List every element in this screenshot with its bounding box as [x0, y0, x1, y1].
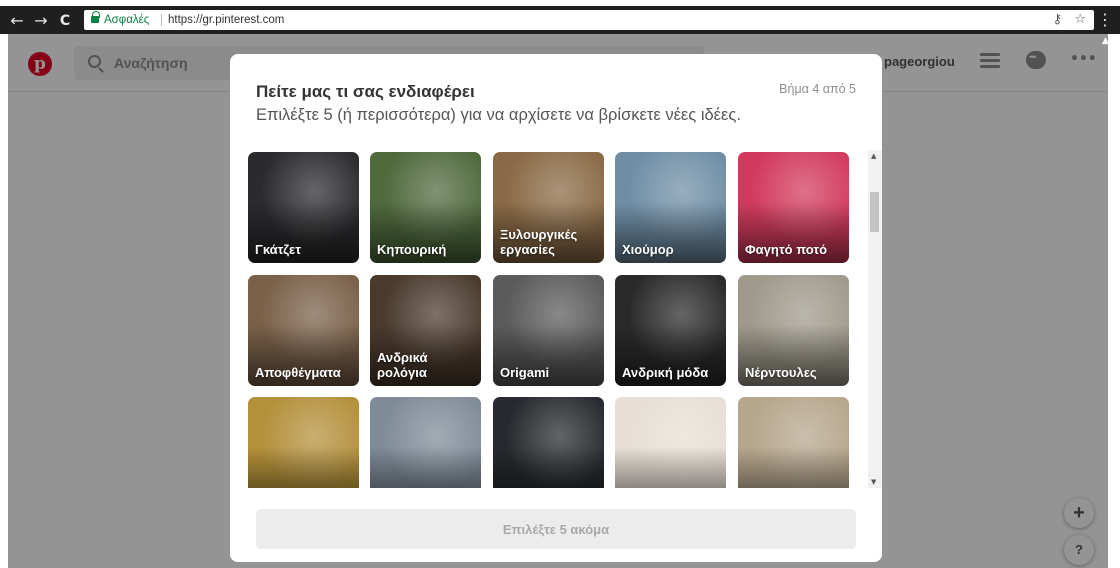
address-bar[interactable]: Ασφαλές https://gr.pinterest.com: [84, 10, 1094, 30]
tile-shade: [248, 446, 359, 488]
topics-scroll-area: Γκάτζετ Κηπουρική Ξυλουργικές εργασίες Χιού…: [230, 150, 882, 488]
topic-tile[interactable]: Ανδρική μόδα: [615, 275, 726, 386]
star-icon[interactable]: ☆: [1074, 12, 1086, 27]
interests-modal: Πείτε μας τι σας ενδιαφέρει Επιλέξτε 5 (…: [230, 54, 882, 562]
scroll-up-arrow-icon[interactable]: ▲: [871, 152, 876, 160]
topic-label: Origami: [500, 365, 550, 380]
key-icon[interactable]: ⚷: [1053, 12, 1063, 27]
topics-scrollbar[interactable]: ▲ ▼: [868, 150, 882, 488]
topic-label: Χιούμορ: [622, 242, 674, 257]
topic-label: Γκάτζετ: [255, 242, 302, 257]
step-indicator: Βήμα 4 από 5: [779, 82, 856, 96]
tile-shade: [615, 446, 726, 488]
topic-tile[interactable]: Χιούμορ: [615, 152, 726, 263]
topic-tile[interactable]: Κηπουρική: [370, 152, 481, 263]
modal-title: Πείτε μας τι σας ενδιαφέρει: [256, 82, 475, 101]
topic-tile[interactable]: Origami: [493, 275, 604, 386]
topic-tile[interactable]: Σπορ: [493, 397, 604, 488]
topic-tile[interactable]: Ανδρικά ρολόγια: [370, 275, 481, 386]
topic-label: Κηπουρική: [377, 242, 447, 257]
tile-shade: [493, 446, 604, 488]
reload-button[interactable]: C: [54, 10, 76, 32]
forward-button[interactable]: →: [30, 10, 52, 32]
topic-tile[interactable]: Φαγητό ποτό: [738, 152, 849, 263]
tile-shade: [738, 446, 849, 488]
topic-tile[interactable]: Αποφθέγματα: [248, 275, 359, 386]
topic-tile[interactable]: Νέρντουλες: [738, 275, 849, 386]
select-more-button[interactable]: Επιλέξτε 5 ακόμα: [256, 509, 856, 549]
browser-menu-icon[interactable]: ⋮: [1096, 10, 1114, 30]
topic-tile[interactable]: Ξυλουργικές εργασίες: [493, 152, 604, 263]
modal-subtitle: Επιλέξτε 5 (ή περισσότερα) για να αρχίσε…: [256, 106, 741, 124]
topic-tile[interactable]: [615, 397, 726, 488]
page-scroll-up-icon[interactable]: ▲: [1102, 36, 1112, 48]
topic-tile[interactable]: DIY οικιακή: [738, 397, 849, 488]
scrollbar-thumb[interactable]: [870, 192, 879, 232]
topic-label: Αποφθέγματα: [255, 365, 341, 380]
address-bar-icons: ⚷ ☆: [1045, 10, 1086, 30]
topic-label: Ανδρικά ρολόγια: [377, 350, 428, 380]
secure-label: Ασφαλές: [104, 14, 150, 26]
topic-label: Ξυλουργικές εργασίες: [500, 227, 578, 257]
topic-tile[interactable]: Γκάτζετ: [248, 152, 359, 263]
scroll-down-arrow-icon[interactable]: ▼: [871, 478, 876, 486]
browser-toolbar: ← → C Ασφαλές https://gr.pinterest.com ⚷…: [0, 0, 1120, 34]
topic-label: Νέρντουλες: [745, 365, 817, 380]
lock-icon: [91, 11, 100, 24]
topic-tile[interactable]: [370, 397, 481, 488]
address-separator: [161, 14, 162, 26]
tile-shade: [370, 446, 481, 488]
url-text[interactable]: https://gr.pinterest.com: [168, 10, 284, 30]
modal-footer: Επιλέξτε 5 ακόμα: [230, 488, 882, 562]
back-button[interactable]: ←: [6, 10, 28, 32]
topic-tile[interactable]: Πολυτελή: [248, 397, 359, 488]
topic-label: Φαγητό ποτό: [745, 242, 828, 257]
topic-label: Ανδρική μόδα: [622, 365, 709, 380]
